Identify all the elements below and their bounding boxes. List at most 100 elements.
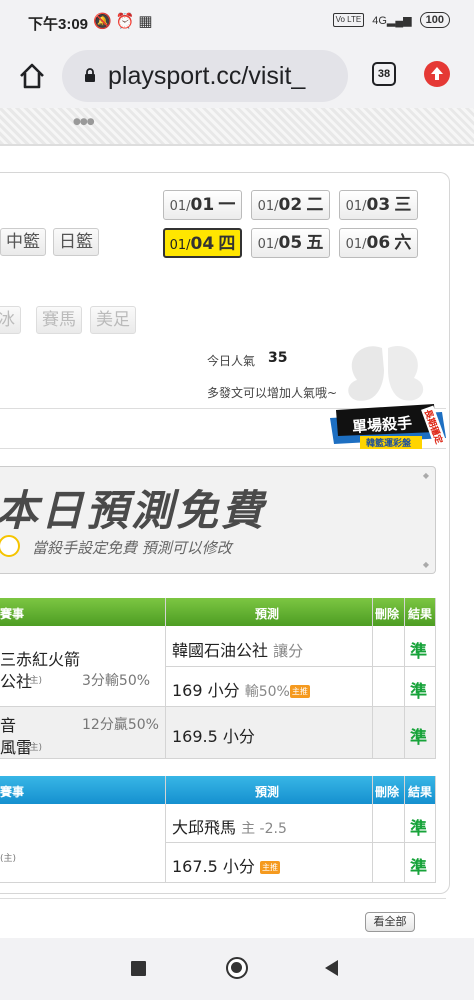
popularity-hint: 多發文可以增加人氣哦~	[207, 386, 338, 400]
see-all-button[interactable]: 看全部	[365, 912, 415, 932]
volte-icon: Vo LTE	[332, 13, 365, 27]
killer-badge: 單場殺手 韓籃運彩盤 長期穩定	[322, 340, 457, 462]
header-delete: 刪除	[375, 607, 400, 621]
corner-dot-icon: ◆	[422, 560, 429, 569]
free-banner-title: 本日預測免費	[0, 486, 267, 535]
free-prediction-banner: 本日預測免費 當殺手設定免費 預測可以修改 ◆ ◆	[0, 466, 436, 574]
header-delete: 刪除	[375, 785, 400, 799]
mute-bell-icon: 🔕	[93, 13, 116, 30]
date-prefix: 01/	[257, 199, 279, 214]
grid-line	[0, 706, 436, 707]
main-pick-tag: 主推	[260, 861, 280, 874]
grid-line	[0, 758, 436, 759]
record: 3分輸50%	[82, 673, 151, 689]
signal-icon: 4G▂▄▆	[372, 14, 412, 27]
date-button-0105[interactable]: 01/05 五	[251, 228, 330, 258]
network-type: 4G	[372, 14, 387, 27]
home-icon[interactable]	[18, 62, 46, 90]
date-num: 05	[278, 233, 303, 253]
date-prefix: 01/	[169, 199, 191, 214]
corner-dot-icon: ◆	[422, 471, 429, 480]
tab-switcher-button[interactable]: 38	[372, 62, 396, 86]
browser-toolbar: playsport.cc/visit_ 38	[0, 44, 474, 108]
date-button-0106[interactable]: 01/06 六	[339, 228, 418, 258]
date-prefix: 01/	[345, 199, 367, 214]
killer-badge-title: 單場殺手	[351, 413, 413, 437]
grid-line	[435, 776, 436, 882]
grid-line	[435, 598, 436, 758]
grid-line	[0, 882, 436, 883]
date-weekday: 二	[306, 195, 324, 215]
prediction-value: 167.5 小分	[172, 857, 255, 876]
date-num: 06	[366, 233, 391, 253]
grid-line	[165, 666, 436, 667]
recents-button[interactable]	[131, 961, 146, 976]
prediction-team: 韓國石油公社	[172, 641, 269, 660]
status-time: 下午3:09	[28, 16, 89, 33]
date-weekday: 五	[306, 233, 324, 253]
result-badge: 準	[410, 819, 427, 839]
free-banner-subtitle: 當殺手設定免費 預測可以修改	[32, 539, 232, 557]
alarm-icon: ⏰	[115, 13, 139, 30]
grid-line	[404, 598, 405, 758]
sport-chip-nfl: 美足	[90, 306, 136, 334]
date-button-0104[interactable]: 01/04 四	[163, 228, 242, 258]
header-event: 賽事	[0, 785, 25, 799]
lightbulb-icon	[0, 535, 20, 557]
date-weekday: 六	[394, 233, 412, 253]
status-icons: 🔕⏰▦	[93, 12, 157, 30]
date-weekday: 三	[394, 195, 412, 215]
table1-header: 賽事 預測 刪除 結果	[0, 598, 436, 626]
home-marker: (主)	[0, 854, 17, 864]
system-nav-bar	[0, 938, 474, 1000]
home-button[interactable]	[226, 957, 248, 979]
sport-chip-cba[interactable]: 中籃	[0, 228, 46, 256]
prediction: 韓國石油公社 讓分	[172, 637, 303, 661]
date-prefix: 01/	[345, 237, 367, 252]
sport-chip-ice: 冰	[0, 306, 21, 334]
date-prefix: 01/	[257, 237, 279, 252]
popularity-value: 35	[268, 350, 288, 366]
record: 12分贏50%	[82, 717, 159, 733]
date-num: 03	[366, 195, 391, 215]
home-marker: (主)	[26, 676, 43, 686]
date-num: 01	[190, 195, 215, 215]
prediction: 大邱飛馬 主 -2.5	[172, 814, 287, 838]
date-num: 02	[278, 195, 303, 215]
date-button-0103[interactable]: 01/03 三	[339, 190, 418, 220]
home-marker: (主)	[26, 743, 43, 753]
prediction: 167.5 小分 主推	[172, 853, 280, 877]
prediction-team: 大邱飛馬	[172, 818, 237, 837]
popularity-label: 今日人氣	[207, 354, 256, 368]
sport-chip-horse: 賽馬	[36, 306, 82, 334]
grid-line	[372, 598, 373, 758]
carousel-dots[interactable]: ●●●	[73, 117, 95, 127]
header-result: 結果	[408, 607, 433, 621]
result-badge: 準	[410, 682, 427, 702]
prediction: 169 小分 輸50% 主推	[172, 677, 310, 701]
back-button[interactable]	[323, 959, 339, 977]
update-icon[interactable]	[424, 61, 450, 87]
header-event: 賽事	[0, 607, 25, 621]
header-prediction: 預測	[255, 607, 280, 621]
grid-line	[165, 776, 166, 882]
status-bar: 下午3:09 🔕⏰▦ Vo LTE 4G▂▄▆ 100	[0, 0, 474, 44]
date-prefix: 01/	[169, 238, 191, 253]
divider	[0, 898, 446, 899]
address-bar[interactable]: playsport.cc/visit_	[62, 50, 348, 102]
prediction-spread: 主 -2.5	[241, 821, 287, 837]
date-button-0101[interactable]: 01/01 一	[163, 190, 242, 220]
prediction: 169.5 小分	[172, 727, 255, 746]
grid-line	[165, 842, 436, 843]
prediction-type: 讓分	[273, 642, 304, 660]
page-banner: ●●●	[0, 108, 474, 146]
lock-icon	[85, 68, 95, 82]
result-badge: 準	[410, 858, 427, 878]
date-button-0102[interactable]: 01/02 二	[251, 190, 330, 220]
date-num: 04	[190, 234, 215, 254]
header-prediction: 預測	[255, 785, 280, 799]
grid-line	[372, 776, 373, 882]
result-badge: 準	[410, 642, 427, 662]
prediction-value: 169 小分	[172, 681, 240, 700]
sport-chip-jbl[interactable]: 日籃	[53, 228, 99, 256]
